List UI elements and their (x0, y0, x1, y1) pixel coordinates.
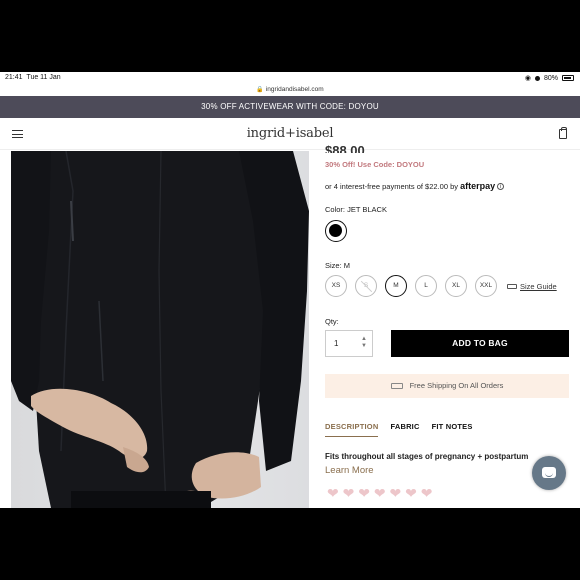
shopping-bag-icon[interactable] (559, 127, 567, 139)
size-option-xl[interactable]: XL (445, 275, 467, 297)
stepper-chevrons-icon[interactable]: ▲ ▼ (361, 336, 367, 350)
size-option-m[interactable]: M (385, 275, 407, 297)
size-selector: XS S M L XL XXL Size Guide (325, 275, 557, 297)
qty-value: 1 (334, 339, 339, 348)
alarm-icon (534, 75, 540, 81)
quantity-stepper[interactable]: 1 ▲ ▼ (325, 330, 373, 357)
tab-fit-notes[interactable]: FIT NOTES (432, 422, 473, 437)
status-bar: 21:41 Tue 11 Jan ◉ 80% (0, 72, 580, 84)
site-header: ingrid+isabel (0, 118, 580, 150)
size-option-xxl[interactable]: XXL (475, 275, 497, 297)
size-guide-link[interactable]: Size Guide (507, 282, 557, 291)
free-shipping-banner: Free Shipping On All Orders (325, 374, 569, 398)
size-option-s[interactable]: S (355, 275, 377, 297)
qty-label: Qty: (325, 317, 339, 326)
ruler-icon (507, 283, 517, 289)
afterpay-logo: afterpay (460, 181, 496, 191)
afterpay-line: or 4 interest-free payments of $22.00 by… (325, 181, 505, 191)
status-icons: ◉ 80% (525, 74, 574, 82)
size-guide-label: Size Guide (520, 281, 557, 291)
learn-more-link[interactable]: Learn More (325, 465, 374, 476)
size-option-xs[interactable]: XS (325, 275, 347, 297)
size-option-l[interactable]: L (415, 275, 437, 297)
chat-bubble-icon[interactable] (532, 456, 566, 490)
size-label: Size: M (325, 261, 351, 270)
decorative-pattern: ❤ ❤ ❤ ❤ ❤ ❤ ❤ (327, 485, 433, 501)
info-icon[interactable]: i (497, 183, 505, 190)
url-text: ingridandisabel.com (265, 86, 324, 93)
tab-description[interactable]: DESCRIPTION (325, 422, 379, 437)
battery-icon (562, 75, 574, 81)
promo-code-text: 30% Off! Use Code: DOYOU (325, 160, 425, 169)
afterpay-text: or 4 interest-free payments of $22.00 by (325, 182, 458, 191)
info-tabs: DESCRIPTION FABRIC FIT NOTES (325, 422, 473, 437)
color-swatch-jet-black[interactable] (325, 220, 347, 242)
truck-icon (390, 383, 403, 389)
site-logo[interactable]: ingrid+isabel (0, 126, 580, 141)
model-jacket-illustration (11, 151, 309, 508)
status-time: 21:41 Tue 11 Jan (5, 74, 61, 81)
screen: 21:41 Tue 11 Jan ◉ 80% 🔒 ingridandisabel.… (0, 72, 580, 508)
wifi-icon: ◉ (524, 75, 531, 82)
product-details: $88.00 30% Off! Use Code: DOYOU or 4 int… (325, 143, 570, 508)
tab-fabric[interactable]: FABRIC (390, 422, 419, 437)
battery-percent: 80% (543, 74, 558, 82)
color-label: Color: JET BLACK (325, 205, 387, 214)
product-price: $88.00 (325, 143, 365, 153)
description-text: Fits throughout all stages of pregnancy … (325, 452, 529, 461)
add-to-bag-button[interactable]: ADD TO BAG (391, 330, 569, 357)
shipping-text: Free Shipping On All Orders (409, 381, 504, 390)
promo-banner[interactable]: 30% OFF ACTIVEWEAR WITH CODE: DOYOU (0, 96, 580, 118)
lock-icon: 🔒 (256, 87, 264, 93)
address-bar[interactable]: 🔒 ingridandisabel.com (0, 84, 580, 96)
product-image[interactable] (11, 151, 309, 508)
